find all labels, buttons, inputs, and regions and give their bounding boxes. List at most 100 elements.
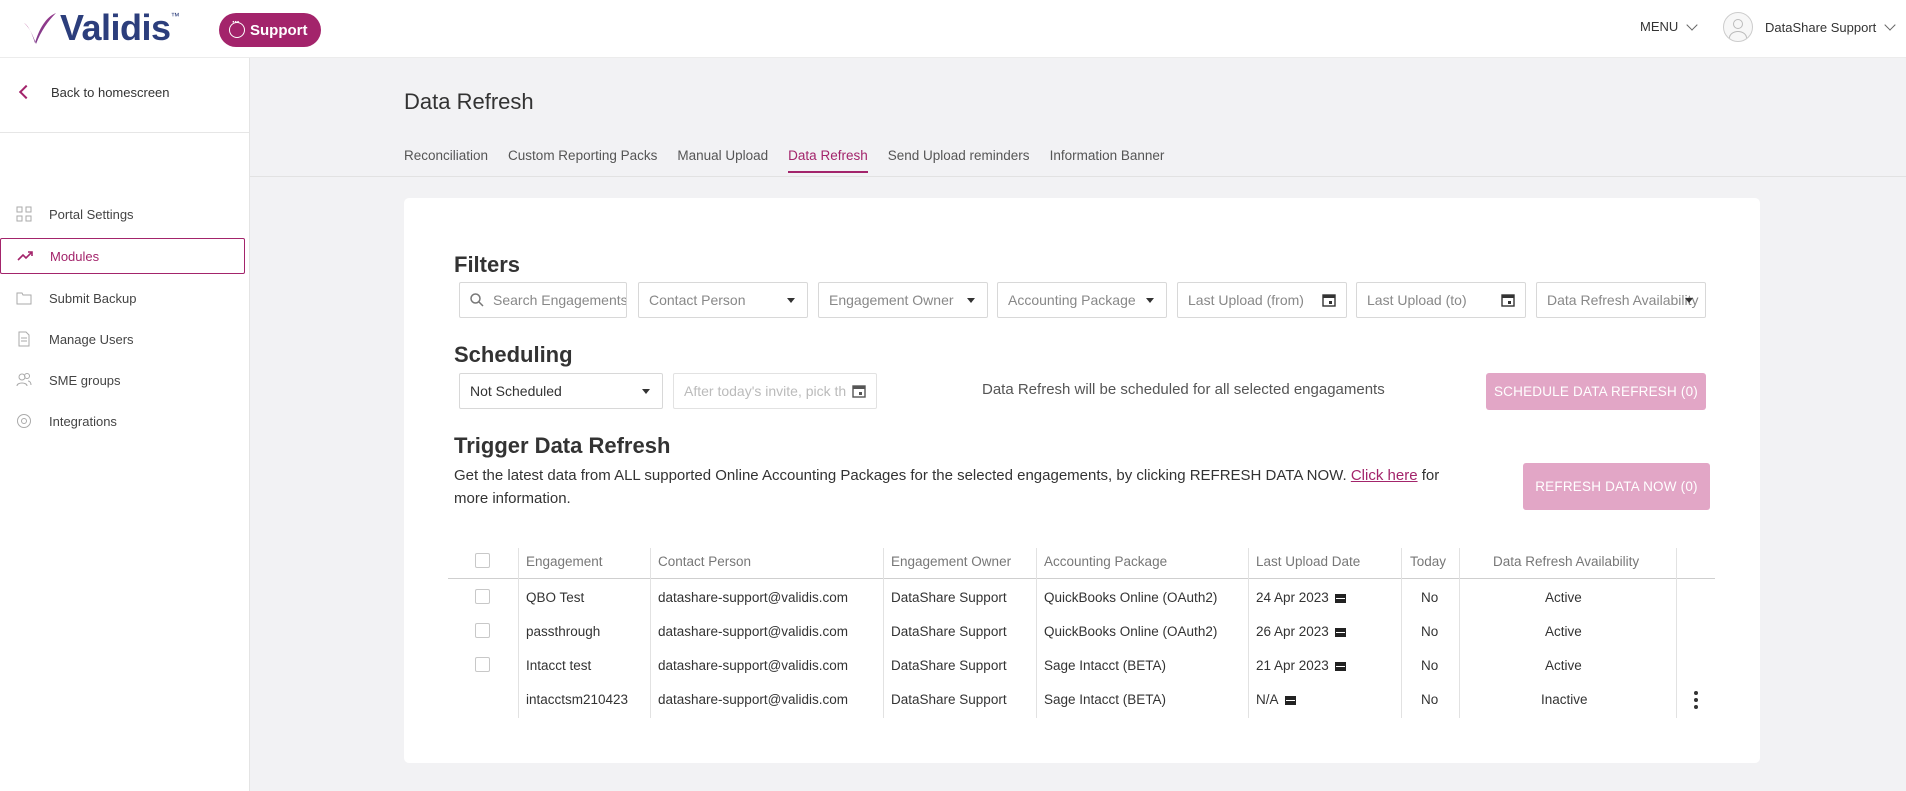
schedule-select[interactable]: Not Scheduled — [459, 373, 663, 409]
column-header-data-refresh-availability[interactable]: Data Refresh Availability — [1493, 554, 1639, 569]
calendar-icon — [1334, 662, 1346, 671]
sidebar-item-label: Integrations — [49, 413, 117, 429]
last-upload-cell: 21 Apr 2023 — [1256, 658, 1346, 673]
column-header-accounting-package[interactable]: Accounting Package — [1044, 554, 1167, 569]
chevron-down-icon — [1686, 18, 1698, 31]
column-header-today[interactable]: Today — [1410, 554, 1446, 569]
row-checkbox[interactable] — [475, 657, 490, 672]
data-refresh-availability-placeholder: Data Refresh Availability — [1547, 292, 1699, 308]
user-name: DataShare Support — [1765, 19, 1877, 35]
engagement-cell[interactable]: QBO Test — [526, 590, 584, 605]
sidebar-item-portal-settings[interactable]: Portal Settings — [0, 196, 245, 232]
support-button[interactable]: Support — [219, 13, 321, 47]
column-header-engagement-owner[interactable]: Engagement Owner — [891, 554, 1011, 569]
last-upload-to-placeholder: Last Upload (to) — [1367, 292, 1467, 308]
tab-information-banner[interactable]: Information Banner — [1050, 148, 1165, 173]
menu-dropdown[interactable]: MENU — [1640, 18, 1698, 34]
today-cell: No — [1421, 590, 1439, 605]
accounting-package-placeholder: Accounting Package — [1008, 292, 1136, 308]
search-placeholder: Search Engagements — [493, 292, 627, 308]
sidebar-item-manage-users[interactable]: Manage Users — [0, 321, 245, 357]
contact-cell: datashare-support@validis.com — [658, 624, 849, 639]
sidebar-item-submit-backup[interactable]: Submit Backup — [0, 280, 245, 316]
search-engagements-input[interactable]: Search Engagements — [459, 282, 627, 318]
support-label: Support — [250, 21, 308, 39]
schedule-date-input[interactable]: After today's invite, pick the date — [673, 373, 877, 409]
column-header-contact-person[interactable]: Contact Person — [658, 554, 751, 569]
last-upload-value: 21 Apr 2023 — [1256, 658, 1329, 673]
schedule-date-placeholder: After today's invite, pick the date — [684, 383, 846, 399]
calendar-icon[interactable] — [852, 384, 866, 398]
caret-down-icon — [642, 389, 650, 394]
owner-cell: DataShare Support — [891, 590, 1007, 605]
search-icon — [470, 293, 484, 307]
filters-title: Filters — [454, 252, 521, 277]
last-upload-from-input[interactable]: Last Upload (from) — [1177, 282, 1347, 318]
engagement-cell[interactable]: passthrough — [526, 624, 600, 639]
last-upload-cell: N/A — [1256, 692, 1296, 707]
column-header-engagement[interactable]: Engagement — [526, 554, 603, 569]
select-all-checkbox[interactable] — [475, 553, 490, 568]
user-menu[interactable]: DataShare Support — [1723, 12, 1896, 42]
logo-text: Validis — [60, 7, 171, 48]
last-upload-to-input[interactable]: Last Upload (to) — [1356, 282, 1526, 318]
sidebar-item-integrations[interactable]: Integrations — [0, 403, 245, 439]
sidebar-item-label: Submit Backup — [49, 290, 137, 306]
back-label: Back to homescreen — [51, 84, 170, 100]
owner-cell: DataShare Support — [891, 624, 1007, 639]
tab-custom-reporting-packs[interactable]: Custom Reporting Packs — [508, 148, 657, 173]
schedule-select-value: Not Scheduled — [470, 383, 562, 399]
engagement-cell[interactable]: Intacct test — [526, 658, 591, 673]
tab-data-refresh[interactable]: Data Refresh — [788, 148, 868, 173]
data-refresh-availability-select[interactable]: Data Refresh Availability — [1536, 282, 1706, 318]
tab-send-upload-reminders[interactable]: Send Upload reminders — [888, 148, 1030, 173]
avatar — [1723, 12, 1753, 42]
tabs-divider — [250, 176, 1906, 177]
document-icon — [15, 330, 33, 348]
menu-label: MENU — [1640, 19, 1679, 34]
column-divider — [1036, 548, 1037, 718]
package-cell: Sage Intacct (BETA) — [1044, 692, 1167, 707]
column-header-last-upload-date[interactable]: Last Upload Date — [1256, 554, 1360, 569]
row-checkbox[interactable] — [475, 623, 490, 638]
availability-cell: Active — [1545, 658, 1582, 673]
tab-bar: Reconciliation Custom Reporting Packs Ma… — [404, 148, 1184, 173]
refresh-data-now-button[interactable]: REFRESH DATA NOW (0) — [1523, 463, 1710, 510]
engagement-owner-placeholder: Engagement Owner — [829, 292, 954, 308]
tab-reconciliation[interactable]: Reconciliation — [404, 148, 488, 173]
last-upload-value: 26 Apr 2023 — [1256, 624, 1329, 639]
caret-down-icon — [787, 298, 795, 303]
column-divider — [1459, 548, 1460, 718]
back-to-homescreen-link[interactable]: Back to homescreen — [0, 80, 249, 104]
trend-icon — [16, 247, 34, 265]
schedule-info-text: Data Refresh will be scheduled for all s… — [982, 381, 1385, 398]
tab-manual-upload[interactable]: Manual Upload — [677, 148, 768, 173]
last-upload-value: 24 Apr 2023 — [1256, 590, 1329, 605]
caret-down-icon — [967, 298, 975, 303]
contact-cell: datashare-support@validis.com — [658, 590, 849, 605]
validis-logo[interactable]: Validis ™ — [22, 7, 180, 48]
calendar-icon[interactable] — [1501, 293, 1515, 307]
sidebar-item-label: Modules — [50, 248, 100, 264]
contact-person-placeholder: Contact Person — [649, 292, 746, 308]
today-cell: No — [1421, 658, 1439, 673]
engagement-cell[interactable]: intacctsm210423 — [526, 692, 628, 707]
click-here-link[interactable]: Click here — [1351, 467, 1418, 484]
accounting-package-select[interactable]: Accounting Package — [997, 282, 1167, 318]
logo-trademark: ™ — [170, 11, 180, 21]
folder-icon — [15, 289, 33, 307]
column-divider — [883, 548, 884, 718]
sidebar-item-label: SME groups — [49, 372, 121, 388]
contact-person-select[interactable]: Contact Person — [638, 282, 808, 318]
more-options-icon[interactable] — [1693, 691, 1699, 709]
sidebar-item-sme-groups[interactable]: SME groups — [0, 362, 245, 398]
row-checkbox[interactable] — [475, 589, 490, 604]
chat-icon — [229, 17, 245, 38]
package-cell: QuickBooks Online (OAuth2) — [1044, 590, 1218, 605]
users-icon — [15, 371, 33, 389]
sidebar-item-modules[interactable]: Modules — [0, 238, 245, 274]
schedule-data-refresh-button[interactable]: SCHEDULE DATA REFRESH (0) — [1486, 373, 1706, 410]
engagement-owner-select[interactable]: Engagement Owner — [818, 282, 988, 318]
calendar-icon[interactable] — [1322, 293, 1336, 307]
caret-down-icon — [1146, 298, 1154, 303]
